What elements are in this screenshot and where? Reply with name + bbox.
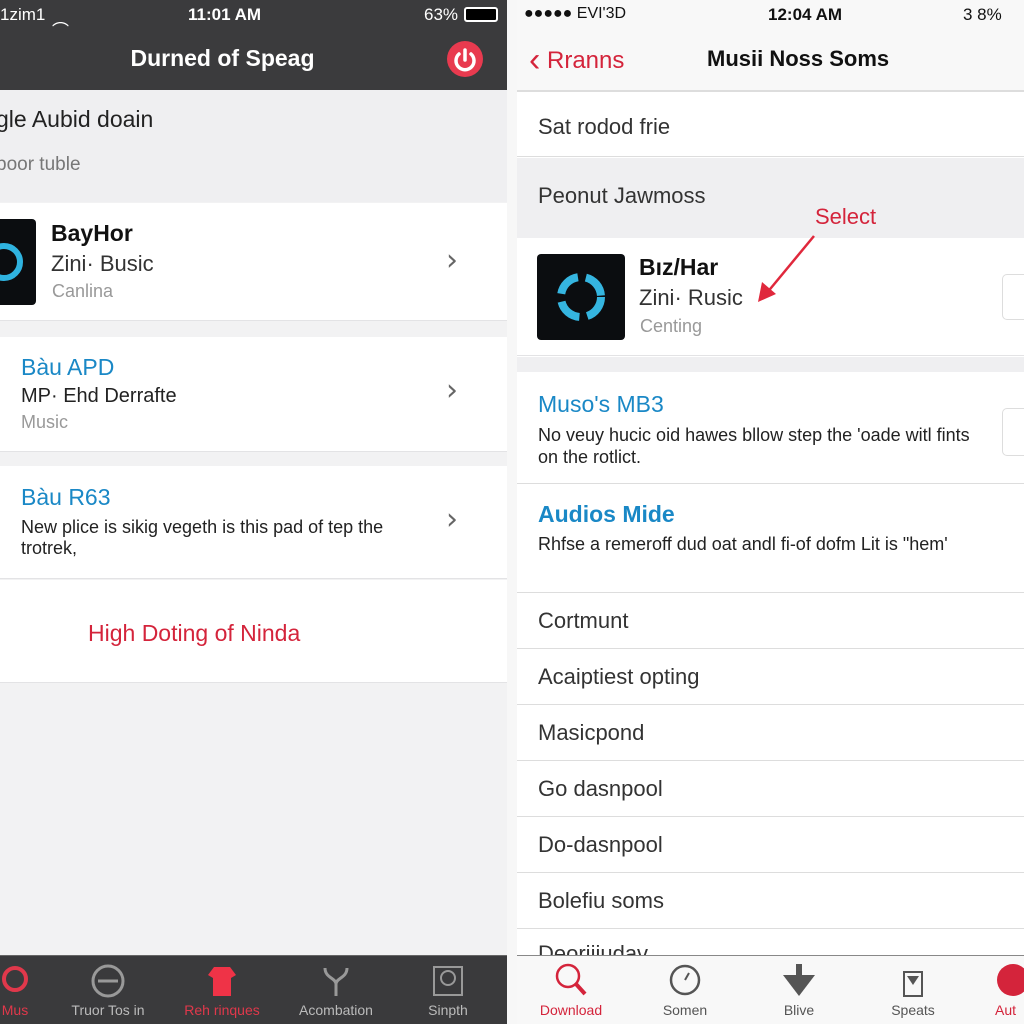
dial-icon <box>433 966 463 996</box>
chevron-right-icon: › <box>446 502 458 537</box>
list-item[interactable]: Bàu R63 New plice is sikig vegeth is thi… <box>0 466 507 579</box>
left-screen: 1zim1 ︵ 11:01 AM 63% Durned of Speag gle… <box>0 0 507 1024</box>
shirt-icon <box>208 967 236 996</box>
time: 11:01 AM <box>188 5 262 24</box>
wifi-icon: ︵ <box>52 10 69 29</box>
tab-sinpth[interactable]: Sinpth <box>398 956 498 1024</box>
section-title: gle Aubid doain <box>0 106 154 132</box>
status-bar: 1zim1 ︵ 11:01 AM 63% Durned of Speag <box>0 0 507 90</box>
chevron-left-icon: ‹ <box>529 41 541 79</box>
list-row[interactable]: Bolefiu soms <box>517 873 1024 929</box>
item-subtitle: New plice is sikig vegeth is this pad of… <box>21 517 384 558</box>
action-button[interactable]: High Doting of Ninda <box>0 580 507 683</box>
page-title: Durned of Speag <box>130 45 315 71</box>
download-arrow-icon <box>783 964 815 996</box>
item-subtitle: Zini· Busic <box>51 251 154 276</box>
divider <box>507 0 517 1024</box>
list-row[interactable]: Sat rodod frie <box>517 97 1024 157</box>
tab-somen[interactable]: Somen <box>635 956 735 1024</box>
search-icon <box>2 966 28 992</box>
battery-icon <box>464 7 498 22</box>
album-art <box>0 219 36 305</box>
select-annotation: Select <box>815 204 877 229</box>
item-subtitle: No veuy hucic oid hawes bllow step the '… <box>538 425 970 467</box>
power-icon[interactable] <box>447 41 483 77</box>
page-title: Musii Noss Soms <box>707 46 890 71</box>
chevron-right-icon: › <box>446 243 458 278</box>
chevron-button[interactable] <box>1002 408 1024 456</box>
inbox-icon <box>903 971 923 997</box>
chevron-button[interactable] <box>1002 274 1024 320</box>
list-item[interactable]: BayHor Zini· Busic Canlina › <box>0 203 507 321</box>
section-header: Peonut Jawmoss <box>517 158 1024 238</box>
item-title: BayHor <box>51 220 133 246</box>
spacer <box>517 357 1024 372</box>
list-item[interactable]: Bàu APD MP· Ehd Derrafte Music › <box>0 337 507 452</box>
tab-truor[interactable]: Truor Tos in <box>58 956 158 1024</box>
tab-mus[interactable]: Mus <box>0 956 65 1024</box>
list-item[interactable]: Muso's MB3 No veuy hucic oid hawes bllow… <box>517 372 1024 484</box>
list-row[interactable]: Go dasnpool <box>517 761 1024 817</box>
time: 12:04 AM <box>768 5 843 24</box>
battery-percent: 63% <box>424 5 459 24</box>
nav-bar: ●●●●● EVI'3D 12:04 AM 3 8% ‹ Rranns Musi… <box>517 0 1024 92</box>
tab-rehrinques[interactable]: Reh rinques <box>172 956 272 1024</box>
chevron-right-icon: › <box>446 373 458 408</box>
arrow-annotation <box>758 235 815 302</box>
item-title: Bàu R63 <box>21 484 111 510</box>
tab-blive[interactable]: Blive <box>749 956 849 1024</box>
list-row[interactable]: Acaiptiest opting <box>517 649 1024 705</box>
tab-bar: Mus Truor Tos in Reh rinques Acombation … <box>0 955 507 1024</box>
list-item[interactable]: Audios Mide Rhfse a remeroff dud oat and… <box>517 484 1024 593</box>
record-icon <box>997 964 1024 996</box>
album-art <box>537 254 625 340</box>
item-subtitle: MP· Ehd Derrafte <box>21 385 177 407</box>
item-title: Bız/Har <box>639 254 719 280</box>
tab-aut[interactable]: Aut <box>995 956 1024 1024</box>
tab-bar: Download Somen Blive Speats Aut <box>517 955 1024 1024</box>
section-header: gle Aubid doain poor tuble <box>0 90 507 202</box>
item-meta: Canlina <box>52 281 114 301</box>
item-subtitle: Rhfse a remeroff dud oat andl fi-of dofm… <box>538 534 948 554</box>
item-title: Bàu APD <box>21 354 115 380</box>
item-subtitle: Zini· Rusic <box>639 285 743 310</box>
right-screen: ●●●●● EVI'3D 12:04 AM 3 8% ‹ Rranns Musi… <box>517 0 1024 1024</box>
list-row[interactable]: Cortmunt <box>517 593 1024 649</box>
gauge-icon <box>669 964 701 996</box>
gauge-icon <box>91 964 125 998</box>
list-row[interactable]: Do-dasnpool <box>517 817 1024 873</box>
item-title: Audios Mide <box>538 501 675 527</box>
section-subtitle: poor tuble <box>0 154 81 175</box>
fork-icon <box>323 967 349 996</box>
item-meta: Music <box>21 412 69 432</box>
carrier: ●●●●● EVI'3D <box>524 5 627 22</box>
tab-speats[interactable]: Speats <box>863 956 963 1024</box>
list-row[interactable]: Masicpond <box>517 705 1024 761</box>
section-title: Peonut Jawmoss <box>538 183 706 208</box>
carrier: 1zim1 <box>0 5 46 24</box>
tab-acombation[interactable]: Acombation <box>286 956 386 1024</box>
item-meta: Centing <box>640 316 703 336</box>
battery-percent: 3 8% <box>963 5 1002 24</box>
search-icon <box>555 963 587 996</box>
back-button[interactable]: ‹ Rranns <box>529 38 624 79</box>
item-title: Muso's MB3 <box>538 391 664 417</box>
tab-download[interactable]: Download <box>521 956 621 1024</box>
action-label: High Doting of Ninda <box>88 620 301 646</box>
